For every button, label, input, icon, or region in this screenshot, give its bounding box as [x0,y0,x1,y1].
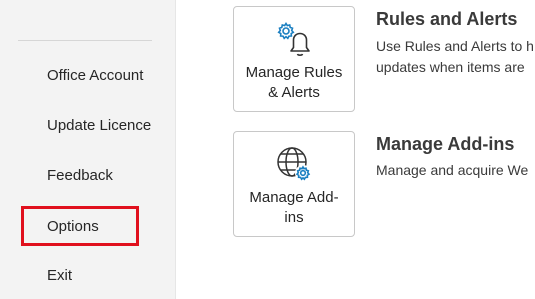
nav-item-label: Office Account [47,67,144,84]
section-description-rules-alerts: Use Rules and Alerts to h updates when i… [376,38,534,75]
backstage-sidebar: Office Account Update Licence Feedback O… [0,0,176,299]
tile-label: Manage Add- ins [249,189,339,226]
section-title-manage-add-ins: Manage Add-ins [376,134,515,154]
sidebar-divider [18,40,152,41]
nav-item-feedback[interactable]: Feedback [21,159,161,193]
nav-item-label: Exit [47,267,73,284]
nav-item-label: Options [47,218,99,235]
manage-add-ins-button[interactable]: Manage Add- ins [233,131,355,237]
nav-item-office-account[interactable]: Office Account [21,59,161,93]
globe-gear-icon [277,147,311,181]
nav-item-label: Update Licence [47,117,152,134]
backstage-main: Manage Rules & Alerts Rules and Alerts U… [177,0,535,299]
tile-label: Manage Rules & Alerts [245,64,343,101]
nav-item-label: Feedback [47,167,113,184]
nav-item-options[interactable]: Options [21,206,139,246]
section-description-manage-add-ins: Manage and acquire We [376,162,529,178]
manage-rules-alerts-button[interactable]: Manage Rules & Alerts [233,6,355,112]
nav-item-update-licence[interactable]: Update Licence [21,109,161,143]
section-title-rules-alerts: Rules and Alerts [376,9,518,29]
nav-item-exit[interactable]: Exit [21,259,161,293]
gear-bell-icon [277,21,310,56]
backstage-page: Office Account Update Licence Feedback O… [0,0,535,299]
